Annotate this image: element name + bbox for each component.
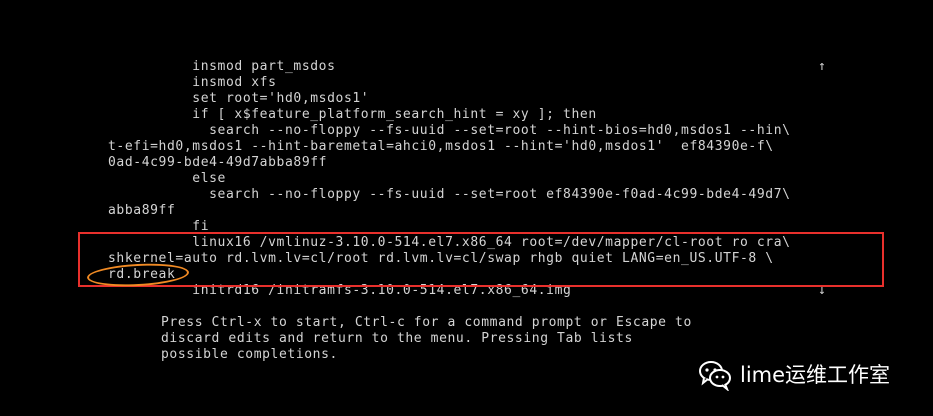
editor-line[interactable]: abba89ff (108, 203, 175, 219)
watermark-text: lime运维工作室 (740, 363, 891, 387)
help-text-line: discard edits and return to the menu. Pr… (161, 331, 633, 346)
editor-line[interactable]: set root='hd0,msdos1' (108, 91, 369, 107)
editor-line[interactable]: t-efi=hd0,msdos1 --hint-baremetal=ahci0,… (108, 139, 774, 155)
wechat-icon (698, 357, 732, 393)
editor-line[interactable]: search --no-floppy --fs-uuid --set=root … (108, 123, 791, 139)
grub-edit-screen: insmod part_msdos insmod xfs set root='h… (0, 0, 933, 416)
help-text-line: possible completions. (161, 347, 338, 362)
editor-line[interactable]: search --no-floppy --fs-uuid --set=root … (108, 187, 791, 203)
watermark: lime运维工作室 (698, 356, 891, 393)
scroll-up-arrow-icon: ↑ (818, 59, 826, 74)
editor-line[interactable]: insmod xfs (108, 75, 277, 91)
editor-line[interactable]: insmod part_msdos (108, 59, 336, 75)
editor-line[interactable]: else (108, 171, 226, 187)
editor-line[interactable]: 0ad-4c99-bde4-49d7abba89ff (108, 155, 327, 171)
annotation-highlight-box (78, 232, 884, 287)
help-text-line: Press Ctrl-x to start, Ctrl-c for a comm… (161, 315, 692, 330)
editor-line[interactable]: if [ x$feature_platform_search_hint = xy… (108, 107, 597, 123)
